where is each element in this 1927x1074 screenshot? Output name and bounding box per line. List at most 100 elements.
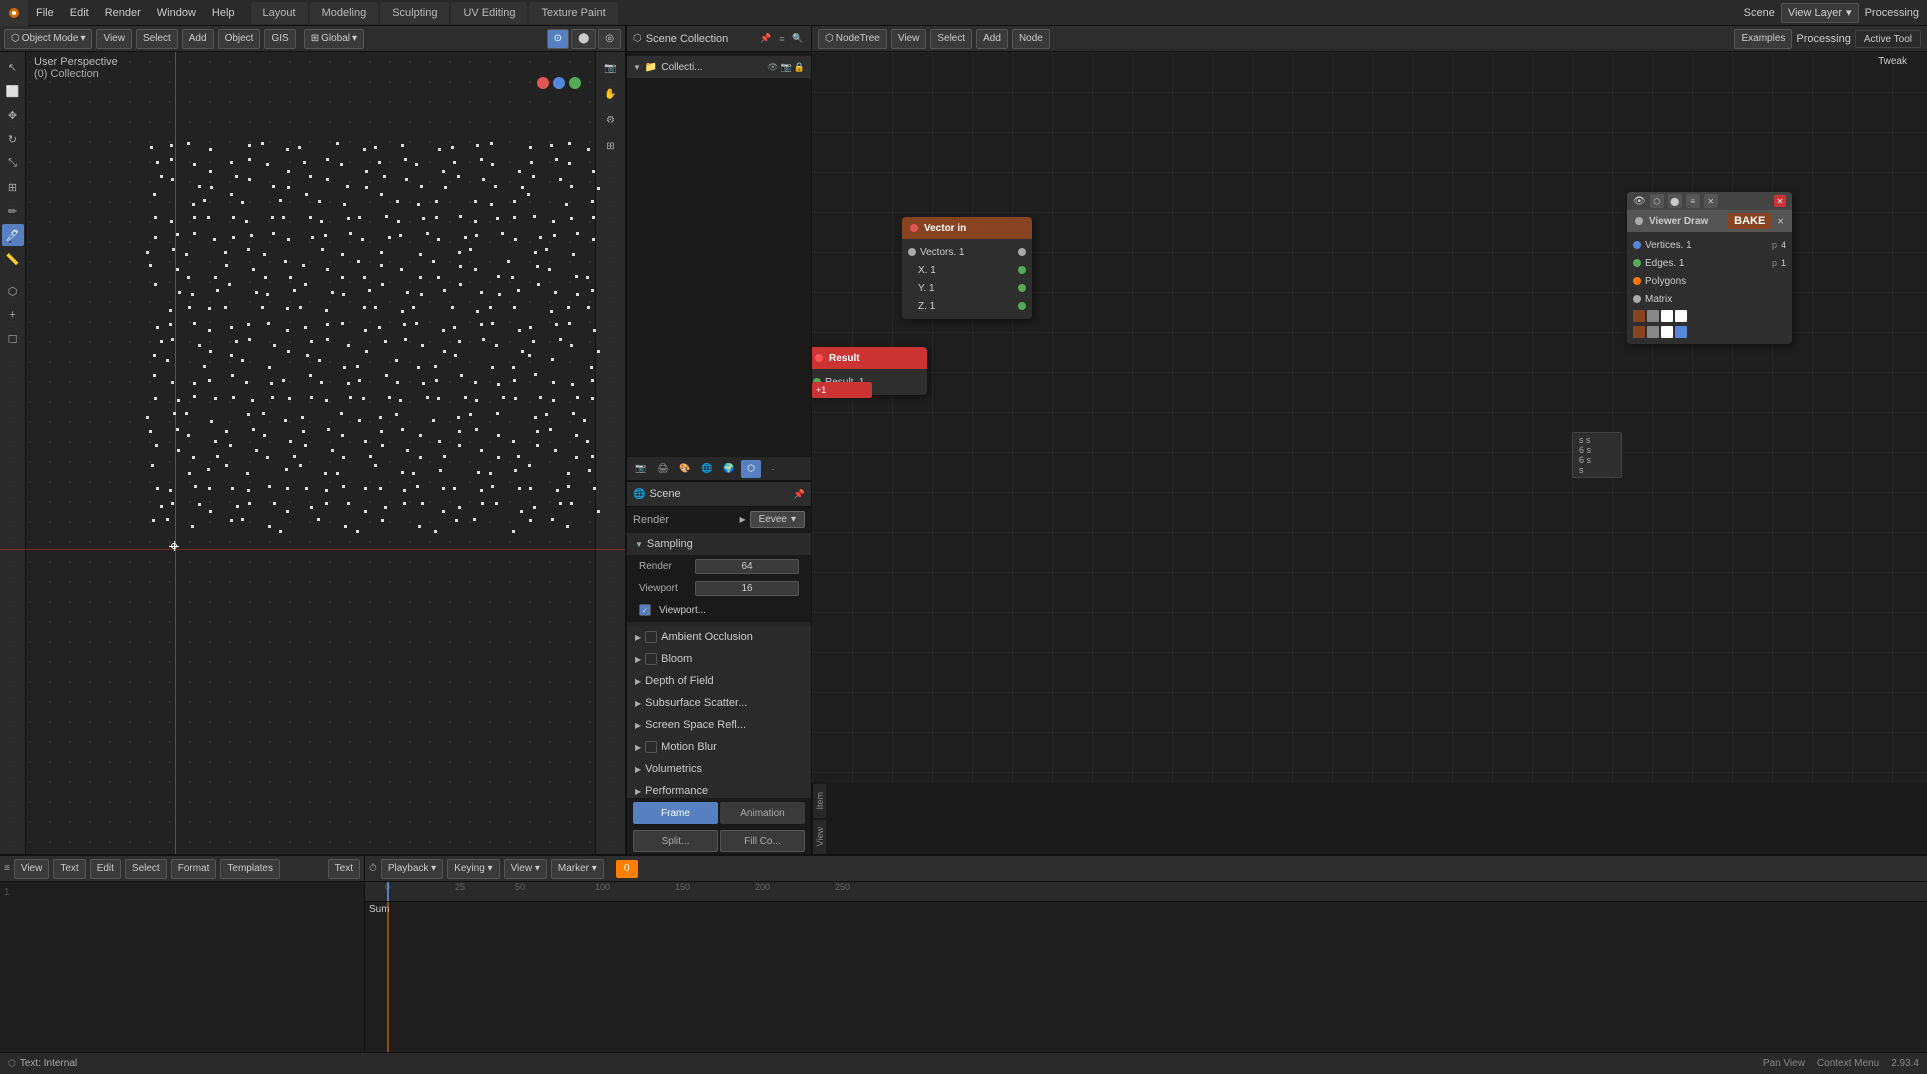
bloom-section[interactable]: ▶ Bloom [627,648,811,670]
viewport-sample-value[interactable]: 16 [695,581,799,596]
mb-section[interactable]: ▶ Motion Blur [627,736,811,758]
point-dot [401,310,404,313]
render-sections: ▶ Ambient Occlusion ▶ Bloom ▶ Depth of F… [627,622,811,798]
menu-edit[interactable]: Edit [62,0,97,26]
tab-modeling[interactable]: Modeling [310,2,379,24]
render-icon[interactable]: 📷 [781,62,792,73]
sss-section[interactable]: ▶ Subsurface Scatter... [627,692,811,714]
viewport-gis-btn[interactable]: GIS [264,29,295,49]
prop-tab-scene[interactable]: 🌐 [697,460,717,478]
prop-tab-object[interactable]: ⬡ [741,460,761,478]
point-dot [419,253,422,256]
point-dot [497,434,500,437]
dof-section[interactable]: ▶ Depth of Field [627,670,811,692]
filter-icon[interactable]: ≡ [775,32,789,46]
point-dot [570,217,573,220]
frame-tab[interactable]: Frame [633,802,718,824]
render-engine-selector[interactable]: Eevee ▾ [750,511,805,528]
perf-section[interactable]: ▶ Performance [627,780,811,798]
global-transform-btn[interactable]: ⊞ Global ▾ [304,29,364,49]
viewport-select-btn[interactable]: Select [136,29,178,49]
node-editor-type-btn[interactable]: ⬡ NodeTree [818,29,887,49]
sidebar-tab-view[interactable]: View [813,818,826,854]
node-vector-in[interactable]: Vector in Vectors. 1 X. 1 [902,217,1032,319]
render-sample-value[interactable]: 64 [695,559,799,574]
node-examples-btn[interactable]: Examples [1734,29,1792,49]
node-canvas[interactable]: Vector in Vectors. 1 X. 1 [812,52,1927,783]
pin-icon[interactable]: 📌 [759,32,773,46]
ssr-section[interactable]: ▶ Screen Space Refl... [627,714,811,736]
prop-tab-particles[interactable]: · [763,460,783,478]
node-node-btn[interactable]: Node [1012,29,1050,49]
text-format-btn[interactable]: Format [171,859,217,879]
tab-uv-editing[interactable]: UV Editing [451,2,527,24]
render-panel-pin[interactable]: 📌 [794,488,805,500]
viewport-canvas[interactable]: ↖ ⬜ ✥ ↻ ⤡ ⊞ ✏ 🖊 📏 ⬡ + ☐ 📷 ✋ ⚙ ⊞ [0,52,625,854]
text-text-btn[interactable]: Text [53,859,85,879]
split-btn[interactable]: Split... [633,830,718,852]
point-dot [160,340,163,343]
ni4[interactable]: ✕ [1704,194,1718,208]
point-dot [263,253,266,256]
bloom-check[interactable] [645,653,657,665]
viewer-close-x[interactable]: ✕ [1777,217,1784,226]
menu-render[interactable]: Render [97,0,149,26]
viewport-mode-btn[interactable]: ⬡ Object Mode ▾ [4,29,92,49]
active-frame[interactable]: 0 [616,860,638,878]
lock-icon[interactable]: 🔒 [794,62,805,73]
eye-icon2[interactable]: 👁 [1633,196,1646,207]
viewport-shading2-btn[interactable]: ◎ [598,29,621,49]
ni1[interactable]: ⬡ [1650,194,1664,208]
prop-tab-world[interactable]: 🌍 [719,460,739,478]
bake-button[interactable]: BAKE [1728,213,1771,229]
text-view-btn[interactable]: View [14,859,50,879]
text-select-btn[interactable]: Select [125,859,167,879]
menu-window[interactable]: Window [149,0,204,26]
text-templates-btn[interactable]: Templates [220,859,280,879]
tab-sculpting[interactable]: Sculpting [380,2,449,24]
node-add-btn[interactable]: Add [976,29,1008,49]
prop-tab-output[interactable]: 🖨 [653,460,673,478]
tab-layout[interactable]: Layout [251,2,308,24]
ao-section[interactable]: ▶ Ambient Occlusion [627,626,811,648]
point-dot [193,163,196,166]
viewport-denoising-check[interactable]: ✓ [639,604,651,616]
viewport-add-btn[interactable]: Add [182,29,214,49]
viewport-overlay-btn[interactable]: ⊙ [547,29,569,49]
point-dot [363,148,366,151]
fill-co-btn[interactable]: Fill Co... [720,830,805,852]
tl-marker-btn[interactable]: Marker ▾ [551,859,604,879]
search-icon[interactable]: 🔍 [791,32,805,46]
sidebar-tab-item[interactable]: Item [813,783,826,818]
menu-help[interactable]: Help [204,0,243,26]
text-content-area[interactable]: 1 [0,882,364,1052]
node-viewer-draw[interactable]: 👁 ⬡ ⬤ ≡ ✕ ✕ Viewer Draw BAKE ✕ [1627,192,1792,344]
node-view-btn[interactable]: View [891,29,927,49]
text-edit-btn[interactable]: Edit [90,859,121,879]
eye-icon[interactable]: 👁 [767,62,778,73]
prop-tab-view[interactable]: 🎨 [675,460,695,478]
view-layer-selector[interactable]: View Layer ▾ [1781,3,1859,23]
ni3[interactable]: ≡ [1686,194,1700,208]
viewport-object-btn[interactable]: Object [218,29,261,49]
text-name-btn[interactable]: Text [328,859,360,879]
prop-tab-render[interactable]: 📷 [631,460,651,478]
menu-file[interactable]: File [28,0,62,26]
status-left: ⬡ Text: Internal [8,1058,77,1069]
timeline-content[interactable]: Sum [365,902,1927,1052]
node-select-btn[interactable]: Select [930,29,972,49]
tl-view-btn[interactable]: View ▾ [504,859,547,879]
tl-playback-btn[interactable]: Playback ▾ [381,859,443,879]
vol-section[interactable]: ▶ Volumetrics [627,758,811,780]
viewport-view-btn[interactable]: View [96,29,132,49]
ao-check[interactable] [645,631,657,643]
vertices-label: Vertices. 1 [1645,240,1692,251]
tl-keying-btn[interactable]: Keying ▾ [447,859,499,879]
animation-tab[interactable]: Animation [720,802,805,824]
tab-texture-paint[interactable]: Texture Paint [529,2,617,24]
sampling-header[interactable]: ▼ Sampling [627,533,811,555]
close-btn[interactable]: ✕ [1774,195,1786,207]
mb-check[interactable] [645,741,657,753]
ni2[interactable]: ⬤ [1668,194,1682,208]
viewport-shading-btn[interactable]: ⬤ [571,29,596,49]
